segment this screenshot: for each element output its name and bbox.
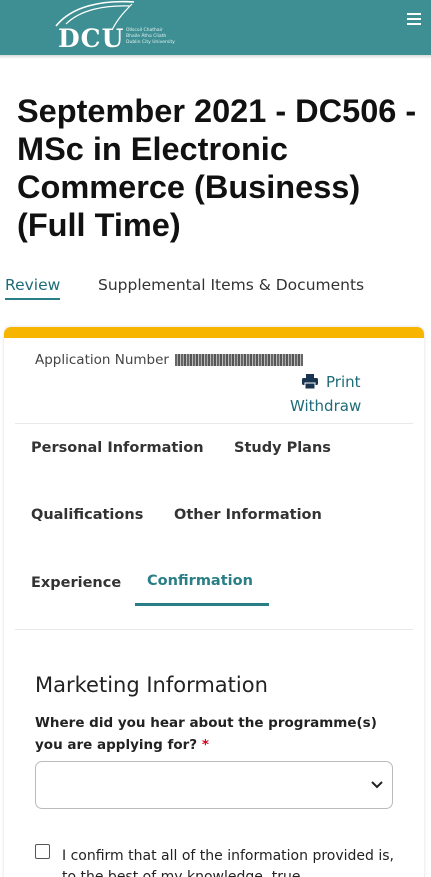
tab-qualifications[interactable]: Qualifications — [31, 507, 143, 523]
tab-supplemental-items[interactable]: Supplemental Items & Documents — [98, 276, 364, 294]
withdraw-button[interactable]: Withdraw — [290, 397, 361, 415]
tab-personal-information[interactable]: Personal Information — [31, 440, 204, 456]
logo-sub-line: Dublin City University — [126, 40, 175, 45]
source-select[interactable] — [35, 761, 393, 809]
card-accent-bar — [4, 327, 424, 338]
application-card: Application Number Print Withdraw Person… — [4, 327, 424, 877]
application-number-label: Application Number — [35, 352, 169, 368]
application-number-redacted — [175, 354, 304, 366]
active-tab-underline — [135, 603, 269, 606]
chevron-down-icon — [371, 781, 383, 789]
tab-other-information[interactable]: Other Information — [174, 507, 322, 523]
logo-text: DCU — [58, 24, 125, 53]
question-label: Where did you hear about the programme(s… — [35, 712, 385, 756]
confirm-checkbox[interactable] — [35, 844, 50, 859]
header-shadow — [0, 55, 431, 59]
print-button[interactable]: Print — [302, 373, 361, 391]
page-title: September 2021 - DC506 - MSc in Electron… — [17, 93, 417, 243]
confirm-text: I confirm that all of the information pr… — [62, 848, 394, 877]
tab-study-plans[interactable]: Study Plans — [234, 440, 331, 456]
tab-review[interactable]: Review — [5, 276, 61, 300]
application-number: Application Number — [35, 352, 304, 368]
printer-icon — [302, 374, 318, 389]
print-label: Print — [326, 373, 361, 391]
divider — [15, 629, 413, 630]
tab-confirmation[interactable]: Confirmation — [147, 573, 253, 589]
app-header: DCU Ollscoil Chathair Bhaile Átha Cliath… — [0, 0, 431, 55]
logo-subtitle: Ollscoil Chathair Bhaile Átha Cliath Dub… — [126, 28, 196, 46]
divider — [15, 423, 413, 424]
dcu-logo[interactable]: DCU Ollscoil Chathair Bhaile Átha Cliath… — [52, 0, 202, 55]
tab-experience[interactable]: Experience — [31, 575, 121, 591]
required-marker: * — [201, 737, 209, 753]
top-tab-bar: Review Supplemental Items & Documents — [0, 276, 431, 306]
section-title: Marketing Information — [35, 673, 268, 697]
hamburger-menu-icon[interactable] — [407, 13, 423, 29]
